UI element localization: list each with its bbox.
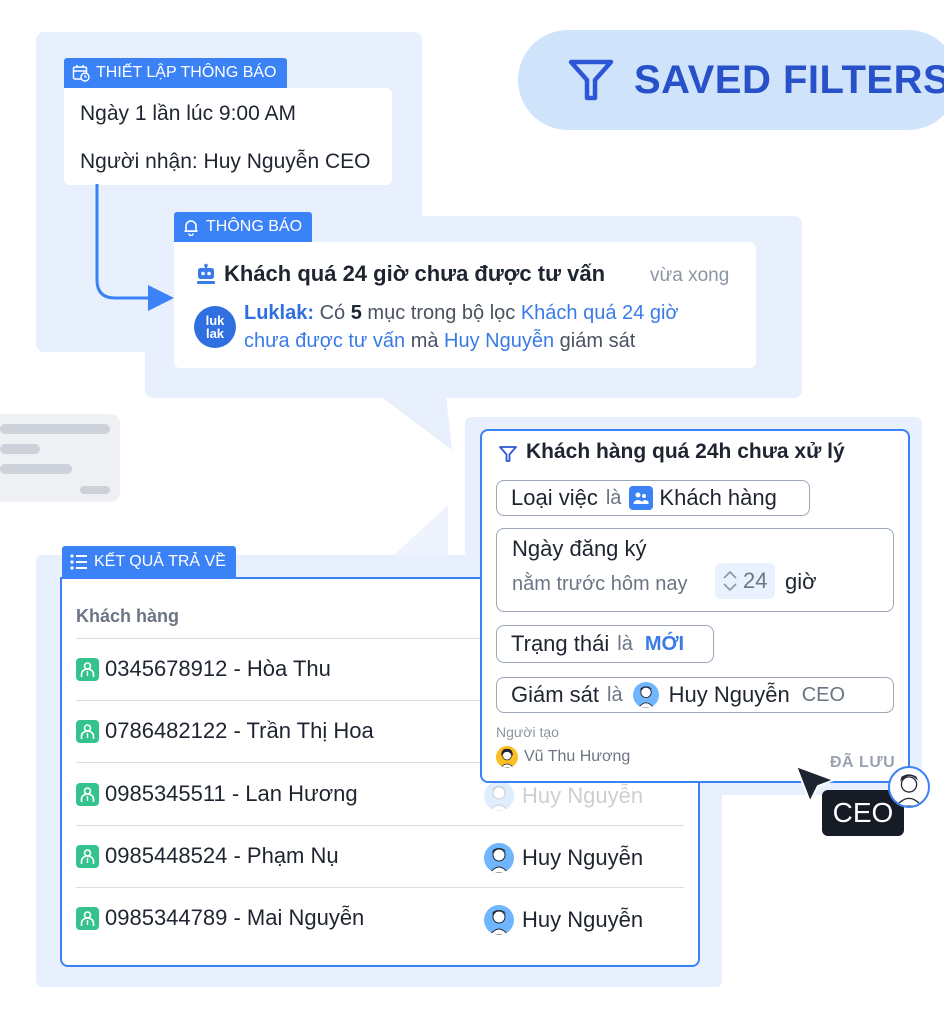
type-op: là [605, 486, 622, 509]
filter-title: Khách hàng quá 24h chưa xử lý [526, 440, 845, 463]
person-badge-icon [76, 657, 99, 681]
notification-text-4: giám sát [559, 330, 636, 352]
supervisor-name: Huy Nguyễn [522, 907, 644, 932]
customer-name: 0786482122 - Trần Thị Hoa [105, 718, 374, 743]
notification-card[interactable]: Khách quá 24 giờ chưa được tư vấn vừa xo… [174, 242, 756, 368]
supervisor-cell: Huy Nguyễn [484, 843, 643, 873]
row-divider [76, 825, 684, 826]
creator-name: Vũ Thu Hương [524, 748, 631, 765]
type-value: Khách hàng [659, 485, 777, 510]
results-column-header: Khách hàng [76, 606, 180, 626]
notification-text-1: Có [319, 302, 346, 324]
condition-date-chip[interactable]: Ngày đăng ký nằm trước hôm nay 24 giờ [496, 528, 894, 612]
customer-name: 0985345511 - Lan Hương [105, 781, 358, 806]
person-badge-icon [76, 782, 99, 806]
table-row[interactable]: 0345678912 - Hòa Thu [76, 656, 331, 682]
date-unit: giờ [785, 569, 817, 594]
supervisor-op: là [607, 683, 623, 706]
row-divider [76, 887, 684, 888]
person-badge-icon [76, 906, 99, 930]
notification-body: Luklak: Có 5 mục trong bộ lọc Khách quá … [244, 299, 744, 355]
notification-sender: Luklak: [244, 302, 315, 324]
supervisor-cell: Huy Nguyễn [484, 905, 643, 935]
logo-line2: lak [205, 326, 225, 341]
table-row[interactable]: 0985448524 - Phạm Nụ [76, 843, 339, 869]
schedule-text: Ngày 1 lần lúc 9:00 AM [80, 102, 296, 125]
stepper-arrows-icon[interactable] [719, 568, 741, 594]
customer-name: 0985344789 - Mai Nguyễn [105, 905, 365, 930]
supervisor-name: Huy Nguyễn [522, 783, 644, 808]
ceo-badge-label: CEO [832, 797, 894, 828]
notification-text-2: mục trong bộ lọc [367, 302, 516, 324]
calendar-clock-icon [72, 65, 90, 82]
date-field: Ngày đăng ký [512, 536, 647, 561]
supervisor-name: Huy Nguyễn [668, 682, 790, 707]
avatar [484, 843, 514, 873]
avatar [496, 746, 518, 768]
customer-name: 0345678912 - Hòa Thu [105, 656, 331, 681]
saved-label: ĐÃ LƯU [830, 754, 896, 771]
placeholder-line [0, 444, 40, 454]
notification-title: Khách quá 24 giờ chưa được tư vấn [224, 261, 606, 286]
table-row[interactable]: 0786482122 - Trần Thị Hoa [76, 718, 374, 744]
status-op: là [617, 632, 633, 655]
settings-tag: THIẾT LẬP THÔNG BÁO [64, 58, 287, 88]
connector-arrow [95, 184, 174, 311]
person-badge-icon [76, 844, 99, 868]
customer-name: 0985448524 - Phạm Nụ [105, 843, 339, 868]
list-icon [70, 554, 87, 570]
results-tag-label: KẾT QUẢ TRẢ VỀ [94, 553, 226, 570]
avatar [484, 905, 514, 935]
saved-filters-label: SAVED FILTERS [634, 57, 944, 102]
speech-tail [380, 396, 452, 450]
robot-icon [197, 263, 215, 284]
notification-filter-link[interactable]: chưa được tư vấn [244, 330, 405, 352]
condition-type-chip[interactable]: Loại việc là Khách hàng [496, 480, 810, 516]
results-tag: KẾT QUẢ TRẢ VỀ [62, 546, 236, 578]
status-field: Trạng thái [511, 631, 610, 656]
placeholder-line [0, 424, 110, 434]
avatar [484, 781, 514, 811]
settings-tag-label: THIẾT LẬP THÔNG BÁO [96, 64, 277, 81]
type-field: Loại việc [511, 485, 598, 510]
settings-card: Ngày 1 lần lúc 9:00 AM Người nhận: Huy N… [64, 88, 392, 185]
hours-stepper[interactable]: 24 [715, 563, 775, 599]
bell-icon [184, 220, 198, 236]
notification-tag-label: THÔNG BÁO [206, 218, 303, 235]
saved-filters-pill[interactable]: SAVED FILTERS [518, 30, 944, 130]
person-badge-icon [76, 719, 99, 743]
placeholder-line [0, 464, 72, 474]
notification-tag: THÔNG BÁO [174, 212, 313, 242]
supervisor-role: CEO [801, 683, 846, 706]
condition-supervisor-chip[interactable]: Giám sát là Huy Nguyễn CEO [496, 677, 894, 713]
recipient-text: Người nhận: Huy Nguyễn CEO [80, 150, 371, 173]
avatar [888, 766, 930, 808]
funnel-icon [568, 59, 614, 101]
funnel-icon [499, 446, 517, 462]
supervisor-field: Giám sát [511, 682, 600, 707]
customer-type-icon [629, 486, 654, 510]
supervisor-cell: Huy Nguyễn [484, 781, 643, 811]
avatar [632, 682, 659, 708]
notification-filter-link[interactable]: Khách quá 24 giờ [521, 302, 679, 324]
creator: Vũ Thu Hương [496, 746, 630, 768]
notification-time: vừa xong [650, 265, 730, 286]
date-desc: nằm trước hôm nay [512, 573, 688, 595]
notification-person-link[interactable]: Huy Nguyễn [444, 330, 554, 352]
status-value: MỚI [644, 632, 685, 655]
creator-label: Người tạo [496, 724, 559, 740]
notification-count: 5 [350, 302, 362, 324]
supervisor-name: Huy Nguyễn [522, 845, 644, 870]
table-row[interactable]: 0985345511 - Lan Hương [76, 781, 358, 807]
condition-status-chip[interactable]: Trạng thái là MỚI [496, 625, 714, 663]
luklak-logo: luk lak [194, 306, 236, 348]
connector-wedge [394, 505, 448, 555]
placeholder-line [80, 486, 110, 494]
table-row[interactable]: 0985344789 - Mai Nguyễn [76, 905, 364, 931]
hours-value: 24 [743, 568, 768, 593]
notification-text-3: mà [410, 330, 439, 352]
